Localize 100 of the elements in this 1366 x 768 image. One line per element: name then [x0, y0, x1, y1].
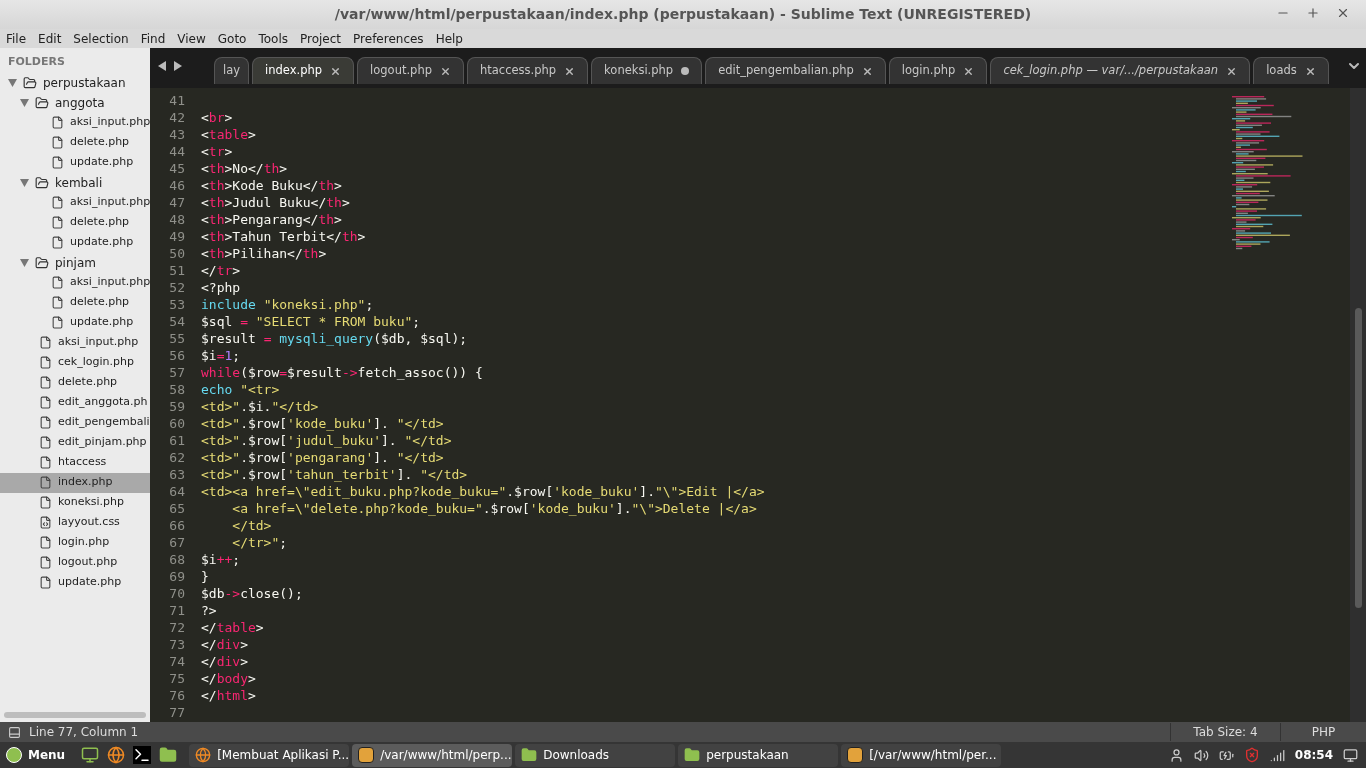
file-row[interactable]: aksi_input.php — [0, 192, 150, 213]
menu-item[interactable]: Edit — [38, 29, 62, 48]
file-row[interactable]: delete.php — [0, 372, 150, 393]
user-icon[interactable] — [1168, 747, 1184, 763]
file-row[interactable]: edit_pinjam.php — [0, 432, 150, 453]
taskbar-window[interactable]: /var/www/html/perp... — [352, 743, 513, 767]
expanded-arrow-icon[interactable] — [8, 78, 17, 87]
line-number: 42 — [168, 109, 185, 126]
menu-item[interactable]: Find — [140, 29, 166, 48]
close-tab-icon[interactable] — [330, 65, 342, 77]
file-row[interactable]: index.php — [0, 472, 150, 493]
file-row[interactable]: update.php — [0, 232, 150, 253]
expanded-arrow-icon[interactable] — [20, 98, 29, 107]
vertical-scrollbar[interactable] — [1350, 88, 1366, 722]
file-row[interactable]: login.php — [0, 532, 150, 553]
maximize-icon[interactable] — [1306, 6, 1320, 20]
syntax-mode[interactable]: PHP — [1280, 723, 1366, 741]
line-number: 47 — [168, 194, 185, 211]
line-number: 51 — [168, 262, 185, 279]
taskbar-window[interactable]: Downloads — [515, 743, 676, 767]
close-tab-icon[interactable] — [440, 65, 451, 77]
close-tab-icon[interactable] — [564, 65, 576, 77]
file-row[interactable]: aksi_input.php — [0, 272, 150, 293]
editor-tab[interactable]: login.php — [888, 57, 988, 84]
editor-tab[interactable]: index.php — [252, 57, 355, 84]
volume-icon[interactable] — [1193, 747, 1209, 763]
browser-icon — [195, 747, 212, 763]
code-line: ?> — [201, 602, 217, 619]
file-row[interactable]: delete.php — [0, 292, 150, 313]
file-row[interactable]: htaccess — [0, 452, 150, 473]
expanded-arrow-icon[interactable] — [20, 178, 29, 187]
file-row[interactable]: delete.php — [0, 212, 150, 233]
file-row[interactable]: delete.php — [0, 132, 150, 153]
menu-item[interactable]: Goto — [217, 29, 247, 48]
menu-item[interactable]: Selection — [73, 29, 129, 48]
editor-tab[interactable]: koneksi.php — [591, 57, 703, 84]
file-row[interactable]: layyout.css — [0, 512, 150, 533]
taskbar-window[interactable]: [/var/www/html/per... — [841, 743, 1002, 767]
file-icon — [51, 196, 64, 209]
close-tab-icon[interactable] — [963, 65, 975, 77]
file-row[interactable]: koneksi.php — [0, 492, 150, 513]
file-name: delete.php — [70, 214, 130, 231]
next-tab-icon[interactable] — [174, 61, 182, 71]
shield-icon[interactable] — [1243, 747, 1260, 763]
menu-item[interactable]: Preferences — [353, 29, 424, 48]
taskbar-window[interactable]: [Membuat Aplikasi P... — [189, 743, 350, 767]
code-line: <td>".$row['tahun_terbit']. "</td> — [201, 466, 468, 483]
code-line: <th>Pengarang</th> — [201, 211, 342, 228]
tab-label: htaccess.php — [480, 62, 557, 80]
line-number: 59 — [168, 398, 185, 415]
file-row[interactable]: update.php — [0, 572, 150, 593]
menu-item[interactable]: View — [177, 29, 206, 48]
folder-row[interactable]: anggota — [0, 92, 150, 113]
editor-tab[interactable]: lay — [214, 57, 250, 84]
menu-item[interactable]: Help — [435, 29, 463, 48]
file-row[interactable]: logout.php — [0, 552, 150, 573]
panel-toggle-icon[interactable] — [8, 725, 21, 739]
start-menu-button[interactable]: Menu — [0, 746, 74, 764]
line-number: 66 — [168, 517, 185, 534]
file-row[interactable]: cek_login.php — [0, 352, 150, 373]
menu-item[interactable]: Project — [300, 29, 342, 48]
file-row[interactable]: edit_pengembali — [0, 412, 150, 433]
close-icon[interactable] — [1336, 6, 1350, 20]
close-tab-icon[interactable] — [1226, 65, 1238, 77]
expanded-arrow-icon[interactable] — [20, 258, 29, 267]
file-row[interactable]: edit_anggota.ph — [0, 392, 150, 413]
editor-tab[interactable]: htaccess.php — [467, 57, 589, 84]
line-number: 55 — [168, 330, 185, 347]
file-name: koneksi.php — [58, 494, 125, 511]
folder-row[interactable]: kembali — [0, 172, 150, 193]
menu-item[interactable]: Tools — [258, 29, 288, 48]
editor-tab[interactable]: loads — [1253, 57, 1329, 84]
file-icon — [51, 276, 64, 289]
editor-tab[interactable]: edit_pengembalian.php — [705, 57, 886, 84]
sidebar-heading: FOLDERS — [7, 54, 66, 70]
close-tab-icon[interactable] — [861, 65, 873, 77]
horizontal-scrollbar[interactable] — [4, 712, 146, 718]
line-number: 68 — [168, 551, 185, 568]
code-line: $sql = "SELECT * FROM buku"; — [201, 313, 421, 330]
file-row[interactable]: update.php — [0, 152, 150, 173]
show-desktop-icon[interactable] — [1343, 747, 1358, 763]
file-name: edit_pengembali — [58, 414, 150, 431]
taskbar-window[interactable]: perpustakaan — [678, 743, 839, 767]
folder-row[interactable]: perpustakaan — [0, 72, 150, 93]
file-name: update.php — [70, 314, 134, 331]
file-row[interactable]: update.php — [0, 312, 150, 333]
editor-tab[interactable]: logout.php — [357, 57, 464, 84]
tab-size[interactable]: Tab Size: 4 — [1170, 723, 1280, 741]
folder-row[interactable]: pinjam — [0, 252, 150, 273]
previous-tab-icon[interactable] — [158, 61, 166, 71]
code-line: <br> — [201, 109, 233, 126]
clock[interactable]: 08:54 — [1294, 746, 1333, 764]
menu-item[interactable]: File — [6, 29, 27, 48]
close-tab-icon[interactable] — [1304, 65, 1316, 77]
signal-icon[interactable] — [1269, 747, 1285, 763]
line-number: 48 — [168, 211, 185, 228]
editor-tab[interactable]: cek_login.php — var/.../perpustakaan — [990, 57, 1251, 84]
file-row[interactable]: aksi_input.php — [0, 332, 150, 353]
file-row[interactable]: aksi_input.php — [0, 112, 150, 133]
file-name: login.php — [58, 534, 110, 551]
